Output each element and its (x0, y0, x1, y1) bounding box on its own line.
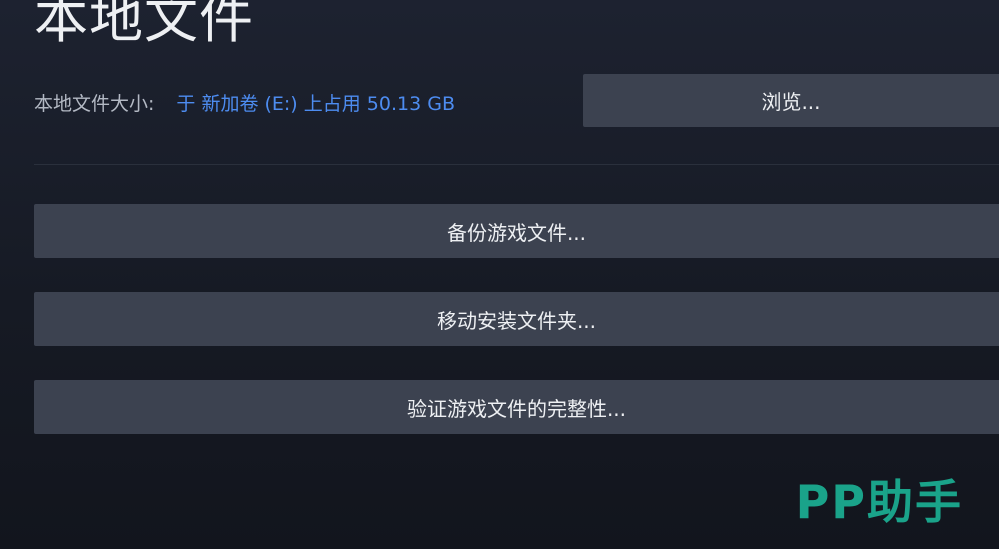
page-title: 本地文件 (34, 0, 254, 50)
local-file-size-label: 本地文件大小: (34, 92, 155, 115)
pp-assistant-watermark: PP助手 (795, 475, 963, 529)
local-file-size-row: 本地文件大小: 于 新加卷 (E:) 上占用 50.13 GB (34, 88, 455, 116)
local-file-size-value: 于 新加卷 (E:) 上占用 50.13 GB (176, 92, 455, 115)
verify-game-files-button[interactable]: 验证游戏文件的完整性... (34, 380, 999, 434)
backup-game-files-button[interactable]: 备份游戏文件... (34, 204, 999, 258)
section-divider (34, 164, 999, 165)
move-install-folder-button[interactable]: 移动安装文件夹... (34, 292, 999, 346)
browse-button[interactable]: 浏览... (583, 74, 999, 127)
